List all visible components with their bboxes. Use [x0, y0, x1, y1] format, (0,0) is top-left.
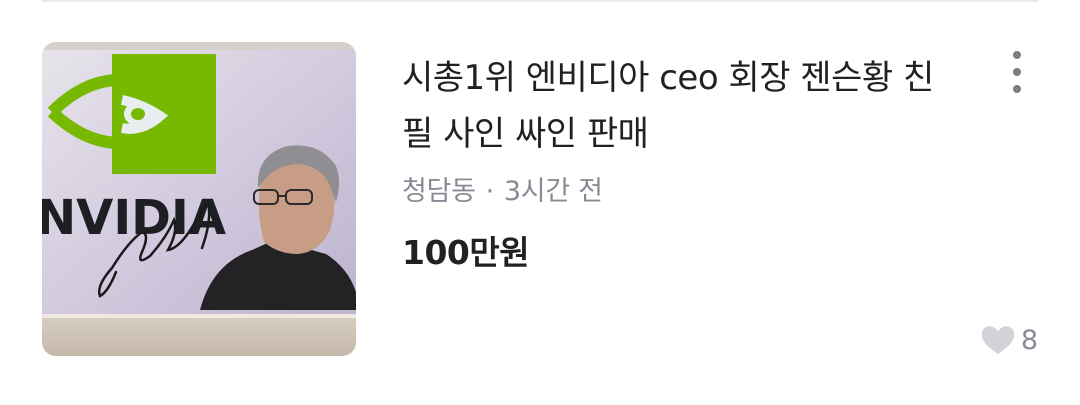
- like-count: 8: [1020, 324, 1038, 356]
- heart-icon: [981, 326, 1015, 355]
- like-counter: 8: [981, 320, 1038, 360]
- listing-thumbnail[interactable]: NVIDIA: [42, 42, 356, 356]
- listing-title[interactable]: 시총1위 엔비디아 ceo 회장 젠슨황 친필 사인 싸인 판매: [402, 50, 962, 162]
- more-options-button[interactable]: [1000, 44, 1034, 100]
- top-divider: [42, 0, 1038, 2]
- listing-price: 100만원: [402, 233, 530, 272]
- listing-time: 3시간 전: [503, 176, 603, 207]
- listing-meta: 청담동 · 3시간 전: [402, 172, 603, 212]
- listing-card[interactable]: NVIDIA 시총1위 엔비디아 ceo 회장 젠슨황 친필 사인 싸인 판매 …: [42, 42, 1038, 362]
- listing-location: 청담동: [402, 176, 476, 207]
- meta-separator: ·: [485, 176, 495, 207]
- thumbnail-image: NVIDIA: [42, 42, 356, 356]
- more-vertical-icon: [1013, 51, 1021, 59]
